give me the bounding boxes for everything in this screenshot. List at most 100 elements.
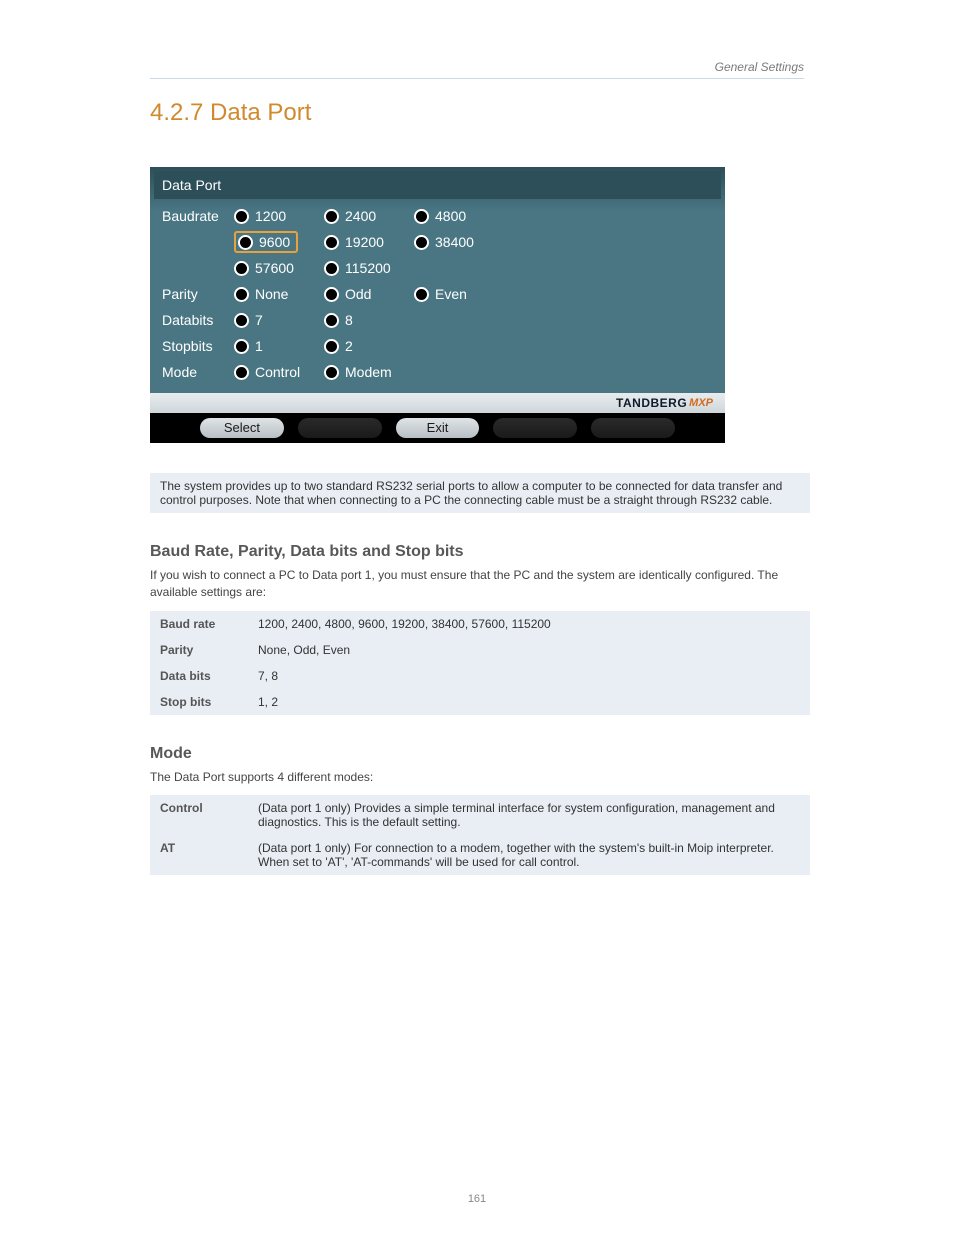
radio-icon bbox=[324, 235, 339, 250]
radio-115200[interactable]: 115200 bbox=[324, 260, 414, 276]
intro-table: The system provides up to two standard R… bbox=[150, 473, 810, 513]
option-text: 8 bbox=[345, 312, 353, 328]
divider bbox=[150, 78, 804, 79]
radio-icon bbox=[234, 339, 249, 354]
radio-1200[interactable]: 1200 bbox=[234, 208, 324, 224]
radio-parity-odd[interactable]: Odd bbox=[324, 286, 414, 302]
text-mode-lead: The Data Port supports 4 different modes… bbox=[150, 769, 804, 786]
option-text: Modem bbox=[345, 364, 392, 380]
radio-57600[interactable]: 57600 bbox=[234, 260, 324, 276]
radio-4800[interactable]: 4800 bbox=[414, 208, 504, 224]
table-row: AT (Data port 1 only) For connection to … bbox=[150, 835, 810, 875]
cell-key: Parity bbox=[150, 637, 248, 663]
softkey-empty-3 bbox=[591, 418, 675, 438]
radio-stopbits-2[interactable]: 2 bbox=[324, 338, 414, 354]
option-text: 9600 bbox=[259, 234, 290, 250]
option-text: 4800 bbox=[435, 208, 466, 224]
radio-mode-control[interactable]: Control bbox=[234, 364, 324, 380]
screenshot-panel: Data Port Baudrate 1200 2400 4800 9600 bbox=[150, 167, 725, 443]
row-databits: Databits 7 8 bbox=[160, 307, 715, 333]
softkey-empty-2 bbox=[493, 418, 577, 438]
cell-val: 1, 2 bbox=[248, 689, 810, 715]
softkey-empty-1 bbox=[298, 418, 382, 438]
cell-val: (Data port 1 only) Provides a simple ter… bbox=[248, 795, 810, 835]
radio-icon bbox=[324, 365, 339, 380]
focus-box: 9600 bbox=[234, 231, 298, 253]
row-baudrate-3: 57600 115200 bbox=[160, 255, 715, 281]
row-baudrate-2: 9600 19200 38400 bbox=[160, 229, 715, 255]
radio-mode-modem[interactable]: Modem bbox=[324, 364, 414, 380]
table-row: Data bits 7, 8 bbox=[150, 663, 810, 689]
row-stopbits: Stopbits 1 2 bbox=[160, 333, 715, 359]
page-heading: 4.2.7 Data Port bbox=[150, 99, 804, 127]
softkey-bar: Select Exit bbox=[150, 413, 725, 443]
table-row: Control (Data port 1 only) Provides a si… bbox=[150, 795, 810, 835]
label-baudrate: Baudrate bbox=[160, 208, 234, 224]
row-parity: Parity None Odd Even bbox=[160, 281, 715, 307]
cell-val: (Data port 1 only) For connection to a m… bbox=[248, 835, 810, 875]
radio-icon bbox=[234, 365, 249, 380]
option-text: 115200 bbox=[345, 260, 391, 276]
radio-parity-even[interactable]: Even bbox=[414, 286, 504, 302]
row-mode: Mode Control Modem bbox=[160, 359, 715, 385]
radio-icon bbox=[324, 339, 339, 354]
baud-table: Baud rate 1200, 2400, 4800, 9600, 19200,… bbox=[150, 611, 810, 715]
radio-2400[interactable]: 2400 bbox=[324, 208, 414, 224]
radio-19200[interactable]: 19200 bbox=[324, 234, 414, 250]
option-text: 1200 bbox=[255, 208, 286, 224]
table-row: Stop bits 1, 2 bbox=[150, 689, 810, 715]
radio-icon bbox=[238, 235, 253, 250]
table-row: Parity None, Odd, Even bbox=[150, 637, 810, 663]
heading-mode: Mode bbox=[150, 745, 804, 763]
option-text: Even bbox=[435, 286, 467, 302]
cell-val: 1200, 2400, 4800, 9600, 19200, 38400, 57… bbox=[248, 611, 810, 637]
option-text: 38400 bbox=[435, 234, 474, 250]
option-text: 7 bbox=[255, 312, 263, 328]
cell-val: None, Odd, Even bbox=[248, 637, 810, 663]
radio-parity-none[interactable]: None bbox=[234, 286, 324, 302]
radio-icon bbox=[324, 209, 339, 224]
option-text: 57600 bbox=[255, 260, 294, 276]
label-mode: Mode bbox=[160, 364, 234, 380]
radio-icon bbox=[324, 313, 339, 328]
panel-title: Data Port bbox=[154, 171, 721, 199]
radio-9600[interactable]: 9600 bbox=[234, 231, 324, 253]
radio-icon bbox=[234, 261, 249, 276]
page-number: 161 bbox=[0, 1193, 954, 1205]
radio-38400[interactable]: 38400 bbox=[414, 234, 504, 250]
radio-icon bbox=[324, 261, 339, 276]
radio-icon bbox=[234, 287, 249, 302]
option-text: 1 bbox=[255, 338, 263, 354]
mode-table: Control (Data port 1 only) Provides a si… bbox=[150, 795, 810, 875]
radio-icon bbox=[234, 313, 249, 328]
option-text: Odd bbox=[345, 286, 371, 302]
label-stopbits: Stopbits bbox=[160, 338, 234, 354]
radio-icon bbox=[414, 287, 429, 302]
radio-icon bbox=[414, 235, 429, 250]
radio-icon bbox=[234, 209, 249, 224]
radio-icon bbox=[324, 287, 339, 302]
cell-key: Baud rate bbox=[150, 611, 248, 637]
row-baudrate-1: Baudrate 1200 2400 4800 bbox=[160, 203, 715, 229]
cell-key: AT bbox=[150, 835, 248, 875]
option-text: 2400 bbox=[345, 208, 376, 224]
radio-databits-7[interactable]: 7 bbox=[234, 312, 324, 328]
exit-button[interactable]: Exit bbox=[396, 418, 480, 438]
cell-val: 7, 8 bbox=[248, 663, 810, 689]
cell-key: Control bbox=[150, 795, 248, 835]
option-text: 2 bbox=[345, 338, 353, 354]
cell-key: Stop bits bbox=[150, 689, 248, 715]
option-text: Control bbox=[255, 364, 300, 380]
option-text: None bbox=[255, 286, 288, 302]
cell-key: Data bits bbox=[150, 663, 248, 689]
radio-icon bbox=[414, 209, 429, 224]
label-databits: Databits bbox=[160, 312, 234, 328]
intro-text: The system provides up to two standard R… bbox=[150, 473, 810, 513]
brand-bar: TANDBERG MXP bbox=[150, 393, 725, 413]
option-text: 19200 bbox=[345, 234, 384, 250]
radio-stopbits-1[interactable]: 1 bbox=[234, 338, 324, 354]
table-row: Baud rate 1200, 2400, 4800, 9600, 19200,… bbox=[150, 611, 810, 637]
select-button[interactable]: Select bbox=[200, 418, 284, 438]
page-category: General Settings bbox=[150, 60, 804, 74]
radio-databits-8[interactable]: 8 bbox=[324, 312, 414, 328]
